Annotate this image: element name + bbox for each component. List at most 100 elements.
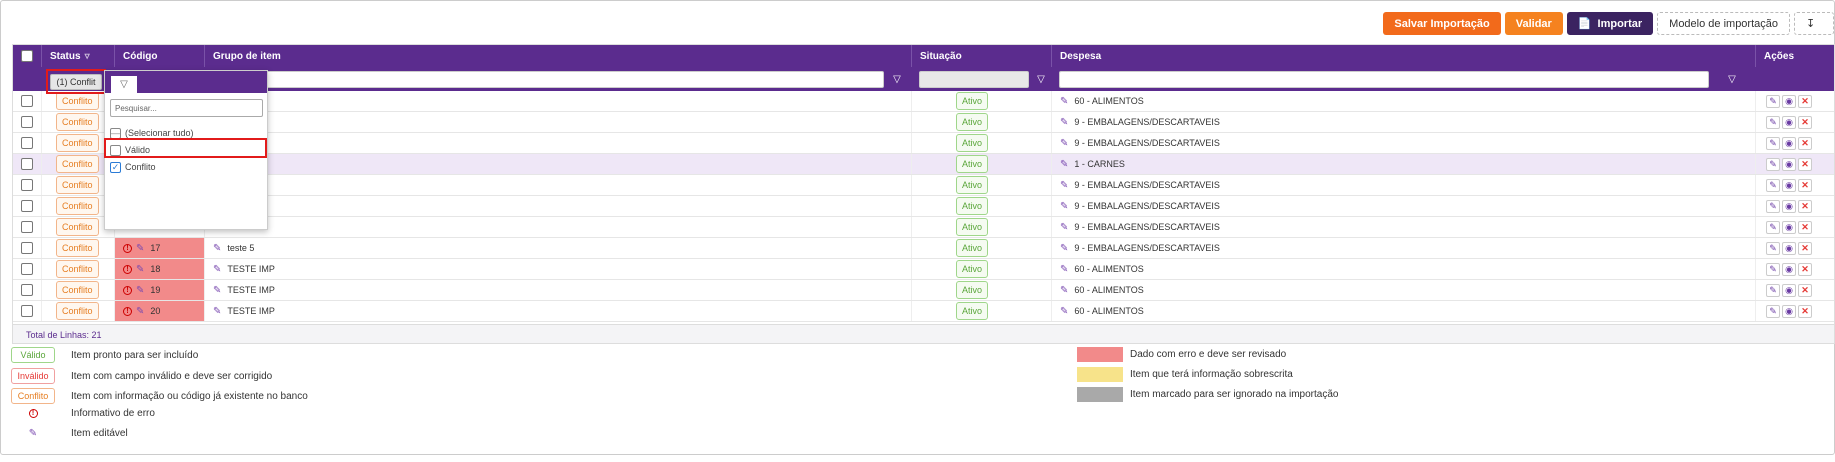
group-filter-icon[interactable]: ▽	[891, 71, 903, 87]
edit-icon[interactable]: ✎	[1766, 304, 1780, 318]
group-cell[interactable]: ✎ TESTE IMP	[204, 301, 911, 321]
eye-icon[interactable]: ◉	[1782, 241, 1796, 255]
select-all-indeterminate-checkbox[interactable]: —	[110, 127, 121, 139]
col-code[interactable]: Código	[114, 45, 204, 67]
close-icon[interactable]: ✕	[1798, 262, 1812, 276]
save-import-button[interactable]: Salvar Importação	[1383, 12, 1501, 35]
edit-icon[interactable]: ✎	[1766, 136, 1780, 150]
row-checkbox[interactable]	[21, 95, 33, 107]
close-icon[interactable]: ✕	[1798, 157, 1812, 171]
close-icon[interactable]: ✕	[1798, 136, 1812, 150]
close-icon[interactable]: ✕	[1798, 283, 1812, 297]
table-row[interactable]: Conflito! ✎ 17 ✎ teste 5 Ativo ✎ 9 - EMBALAGENS…	[13, 238, 1834, 259]
import-button[interactable]: 📄 Importar	[1566, 12, 1654, 35]
edit-icon[interactable]: ✎	[1766, 157, 1780, 171]
pencil-icon[interactable]: ✎	[1060, 159, 1068, 170]
close-icon[interactable]: ✕	[1798, 220, 1812, 234]
col-expense[interactable]: Despesa	[1051, 45, 1755, 67]
expense-cell[interactable]: ✎ 1 - CARNES	[1051, 154, 1755, 174]
pencil-icon[interactable]: ✎	[136, 243, 144, 254]
code-cell[interactable]: ! ✎ 19	[114, 280, 204, 300]
expense-cell[interactable]: ✎ 9 - EMBALAGENS/DESCARTAVEIS	[1051, 133, 1755, 153]
group-cell[interactable]: ✎ck	[204, 154, 911, 174]
close-icon[interactable]: ✕	[1798, 94, 1812, 108]
eye-icon[interactable]: ◉	[1782, 115, 1796, 129]
table-row[interactable]: Conflito ✎rio Ativo ✎ 9 - EMBALAGENS/DESCART…	[13, 112, 1834, 133]
expense-cell[interactable]: ✎ 9 - EMBALAGENS/DESCARTAVEIS	[1051, 217, 1755, 237]
code-cell[interactable]: ! ✎ 17	[114, 238, 204, 258]
pencil-icon[interactable]: ✎	[1060, 264, 1068, 275]
row-checkbox[interactable]	[21, 116, 33, 128]
close-icon[interactable]: ✕	[1798, 304, 1812, 318]
group-cell[interactable]: ✎ teste 5	[204, 238, 911, 258]
group-cell[interactable]: ✎ck 2	[204, 175, 911, 195]
eye-icon[interactable]: ◉	[1782, 199, 1796, 213]
table-row[interactable]: Conflito! ✎ 19 ✎ TESTE IMP Ativo ✎ 60 - ALIMENT…	[13, 280, 1834, 301]
eye-icon[interactable]: ◉	[1782, 94, 1796, 108]
group-cell[interactable]: ✎ TESTE IMP	[204, 280, 911, 300]
group-cell[interactable]: ✎ck 4	[204, 217, 911, 237]
situation-filter-icon[interactable]: ▽	[1035, 71, 1047, 87]
expense-cell[interactable]: ✎ 60 - ALIMENTOS	[1051, 91, 1755, 111]
eye-icon[interactable]: ◉	[1782, 157, 1796, 171]
pencil-icon[interactable]: ✎	[1060, 285, 1068, 296]
error-info-icon[interactable]: !	[123, 243, 132, 253]
eye-icon[interactable]: ◉	[1782, 220, 1796, 234]
table-row[interactable]: Conflito ✎ck 3 Ativo ✎ 9 - EMBALAGENS/DESCAR…	[13, 196, 1834, 217]
popup-option-conflict[interactable]: ✓ Conflito	[110, 160, 156, 174]
table-row[interactable]: Conflito ✎ck 2 Ativo ✎ 9 - EMBALAGENS/DESCAR…	[13, 175, 1834, 196]
expense-cell[interactable]: ✎ 9 - EMBALAGENS/DESCARTAVEIS	[1051, 238, 1755, 258]
pencil-icon[interactable]: ✎	[1060, 117, 1068, 128]
pencil-icon[interactable]: ✎	[213, 243, 221, 254]
pencil-icon[interactable]: ✎	[136, 285, 144, 296]
group-cell[interactable]: ✎15	[204, 133, 911, 153]
expense-filter-icon[interactable]: ▽	[1726, 71, 1738, 87]
table-row[interactable]: Conflito✎ckAtivo✎1 - CARNES✎◉✕	[13, 154, 1834, 175]
row-checkbox[interactable]	[21, 179, 33, 191]
group-filter-input[interactable]	[235, 71, 884, 88]
close-icon[interactable]: ✕	[1798, 199, 1812, 213]
edit-icon[interactable]: ✎	[1766, 262, 1780, 276]
validate-button[interactable]: Validar	[1504, 12, 1563, 35]
group-cell[interactable]: ✎	[204, 91, 911, 111]
row-checkbox[interactable]	[21, 200, 33, 212]
edit-icon[interactable]: ✎	[1766, 115, 1780, 129]
col-status[interactable]: Status ▿	[41, 45, 114, 67]
code-cell[interactable]: ! ✎ 20	[114, 301, 204, 321]
code-cell[interactable]: ! ✎ 18	[114, 259, 204, 279]
eye-icon[interactable]: ◉	[1782, 283, 1796, 297]
expense-cell[interactable]: ✎ 9 - EMBALAGENS/DESCARTAVEIS	[1051, 196, 1755, 216]
close-icon[interactable]: ✕	[1798, 115, 1812, 129]
select-all-checkbox[interactable]	[21, 50, 33, 62]
pencil-icon[interactable]: ✎	[1060, 306, 1068, 317]
table-row[interactable]: Conflito! ✎ 18 ✎ TESTE IMP Ativo ✎ 60 - ALIMENT…	[13, 259, 1834, 280]
group-cell[interactable]: ✎ TESTE IMP	[204, 259, 911, 279]
col-group[interactable]: Grupo de item	[204, 45, 911, 67]
edit-icon[interactable]: ✎	[1766, 241, 1780, 255]
expense-cell[interactable]: ✎ 60 - ALIMENTOS	[1051, 280, 1755, 300]
close-icon[interactable]: ✕	[1798, 241, 1812, 255]
eye-icon[interactable]: ◉	[1782, 304, 1796, 318]
table-row[interactable]: Conflito✎Ativo✎60 - ALIMENTOS✎◉✕	[13, 91, 1834, 112]
popup-filter-tab[interactable]: ▽	[111, 76, 137, 93]
table-row[interactable]: Conflito ✎15 Ativo ✎ 9 - EMBALAGENS/DESCARTA…	[13, 133, 1834, 154]
pencil-icon[interactable]: ✎	[136, 264, 144, 275]
popup-search-input[interactable]: Pesquisar...	[110, 99, 263, 117]
import-model-button[interactable]: Modelo de importação	[1657, 12, 1790, 35]
pencil-icon[interactable]: ✎	[213, 264, 221, 275]
pencil-icon[interactable]: ✎	[1060, 138, 1068, 149]
expense-cell[interactable]: ✎ 60 - ALIMENTOS	[1051, 301, 1755, 321]
row-checkbox[interactable]	[21, 263, 33, 275]
pencil-icon[interactable]: ✎	[1060, 222, 1068, 233]
eye-icon[interactable]: ◉	[1782, 136, 1796, 150]
pencil-icon[interactable]: ✎	[1060, 180, 1068, 191]
edit-icon[interactable]: ✎	[1766, 178, 1780, 192]
pencil-icon[interactable]: ✎	[136, 306, 144, 317]
pencil-icon[interactable]: ✎	[1060, 243, 1068, 254]
row-checkbox[interactable]	[21, 305, 33, 317]
expense-cell[interactable]: ✎ 9 - EMBALAGENS/DESCARTAVEIS	[1051, 175, 1755, 195]
group-cell[interactable]: ✎ck 3	[204, 196, 911, 216]
row-checkbox[interactable]	[21, 221, 33, 233]
situation-filter-input[interactable]	[919, 71, 1029, 88]
edit-icon[interactable]: ✎	[1766, 220, 1780, 234]
